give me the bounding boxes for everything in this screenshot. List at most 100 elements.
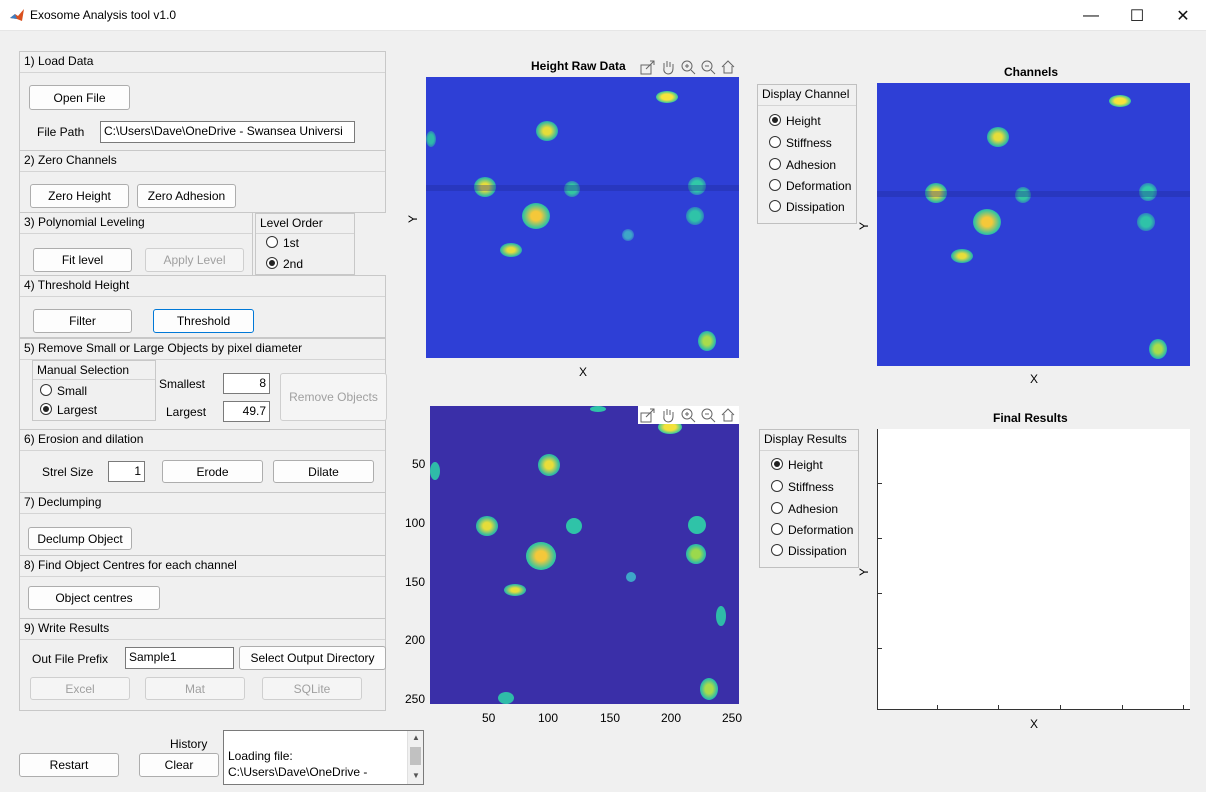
object-centres-button[interactable]: Object centres: [28, 586, 160, 610]
smallest-input[interactable]: 8: [223, 373, 270, 394]
result-dissipation-label: Dissipation: [788, 544, 847, 558]
clear-button[interactable]: Clear: [139, 753, 219, 777]
result-height-label: Height: [788, 458, 823, 472]
y-tick-mark: [878, 538, 882, 539]
channel-adhesion-radio[interactable]: [769, 158, 781, 170]
particle: [498, 692, 514, 704]
file-path-field[interactable]: C:\Users\Dave\OneDrive - Swansea Univers…: [100, 121, 355, 143]
x-tick-mark: [937, 705, 938, 709]
filter-button[interactable]: Filter: [33, 309, 132, 333]
restart-button[interactable]: Restart: [19, 753, 119, 777]
channel-deformation-radio[interactable]: [769, 179, 781, 191]
zero-adhesion-button[interactable]: Zero Adhesion: [137, 184, 236, 208]
channel-deformation-label: Deformation: [786, 179, 852, 193]
maximize-icon[interactable]: ☐: [1114, 0, 1160, 31]
channel-stiffness-radio[interactable]: [769, 136, 781, 148]
channels-x-label: X: [1030, 372, 1039, 386]
raw-y-label: Y: [406, 214, 421, 224]
particle: [1109, 95, 1131, 107]
particle: [500, 243, 522, 257]
level-order-group: Level Order 1st 2nd: [255, 213, 355, 275]
channel-dissipation-label: Dissipation: [786, 200, 845, 214]
largest-radio[interactable]: [40, 403, 52, 415]
order-2nd-radio[interactable]: [266, 257, 278, 269]
select-output-directory-button[interactable]: Select Output Directory: [239, 646, 386, 670]
result-adhesion-radio[interactable]: [771, 502, 783, 514]
result-deformation-radio[interactable]: [771, 523, 783, 535]
section-title: 5) Remove Small or Large Objects by pixe…: [24, 341, 303, 355]
zoom-in-icon[interactable]: [680, 59, 696, 75]
zoom-out-icon[interactable]: [700, 59, 716, 75]
height-raw-image[interactable]: [426, 77, 739, 358]
particle: [688, 516, 706, 534]
x-tick-mark: [1183, 705, 1184, 709]
export-icon[interactable]: [640, 59, 656, 75]
threshold-height-panel: 4) Threshold Height Filter Threshold: [19, 275, 386, 338]
largest-radio-label: Largest: [57, 403, 98, 417]
pan-hand-icon[interactable]: [660, 59, 676, 75]
sqlite-button[interactable]: SQLite: [262, 677, 362, 700]
channel-height-radio[interactable]: [769, 114, 781, 126]
export-icon[interactable]: [640, 407, 656, 423]
history-scrollbar[interactable]: ▲ ▼: [407, 731, 423, 784]
result-stiffness-radio[interactable]: [771, 480, 783, 492]
y-tick-label: 100: [405, 516, 426, 530]
dilate-button[interactable]: Dilate: [273, 460, 374, 483]
final-results-axes[interactable]: [877, 429, 1190, 710]
scroll-down-icon[interactable]: ▼: [412, 771, 420, 780]
x-tick-label: 50: [482, 711, 496, 725]
scroll-up-icon[interactable]: ▲: [412, 733, 420, 742]
channels-image[interactable]: [877, 83, 1190, 366]
smallest-label: Smallest: [159, 377, 206, 391]
erode-button[interactable]: Erode: [162, 460, 263, 483]
scroll-thumb[interactable]: [410, 747, 421, 765]
level-order-title: Level Order: [260, 216, 323, 230]
particle: [626, 572, 636, 582]
minimize-icon[interactable]: —: [1068, 0, 1114, 31]
mat-button[interactable]: Mat: [145, 677, 245, 700]
results-x-label: X: [1030, 717, 1039, 731]
small-radio[interactable]: [40, 384, 52, 396]
threshold-button[interactable]: Threshold: [153, 309, 254, 333]
y-tick-mark: [878, 648, 882, 649]
section-title: 2) Zero Channels: [24, 153, 117, 167]
particle: [590, 406, 606, 412]
declump-object-button[interactable]: Declump Object: [28, 527, 132, 550]
manual-selection-title: Manual Selection: [37, 363, 130, 377]
home-icon[interactable]: [720, 59, 736, 75]
zoom-in-icon[interactable]: [680, 407, 696, 423]
result-dissipation-radio[interactable]: [771, 544, 783, 556]
y-tick-mark: [878, 593, 882, 594]
pan-hand-icon[interactable]: [660, 407, 676, 423]
particle: [536, 121, 558, 141]
particle: [476, 516, 498, 536]
channel-dissipation-radio[interactable]: [769, 200, 781, 212]
write-results-panel: 9) Write Results Out File Prefix Sample1…: [19, 618, 386, 711]
fit-level-button[interactable]: Fit level: [33, 248, 132, 272]
history-line: Loading file:: [228, 749, 293, 763]
x-tick-mark: [998, 705, 999, 709]
apply-level-button[interactable]: Apply Level: [145, 248, 244, 272]
history-listbox[interactable]: Loading file: C:\Users\Dave\OneDrive - ▲…: [223, 730, 424, 785]
largest-input[interactable]: 49.7: [223, 401, 270, 422]
x-tick-label: 150: [600, 711, 621, 725]
excel-button[interactable]: Excel: [30, 677, 130, 700]
remove-objects-button[interactable]: Remove Objects: [280, 373, 387, 421]
largest-label: Largest: [166, 405, 207, 419]
threshold-image[interactable]: [430, 406, 739, 704]
y-tick-label: 50: [412, 457, 426, 471]
home-icon[interactable]: [720, 407, 736, 423]
channel-adhesion-label: Adhesion: [786, 158, 837, 172]
zero-height-button[interactable]: Zero Height: [30, 184, 129, 208]
open-file-button[interactable]: Open File: [29, 85, 130, 110]
result-height-radio[interactable]: [771, 458, 783, 470]
history-label: History: [170, 737, 208, 751]
order-2nd-label: 2nd: [283, 257, 304, 271]
particle: [686, 207, 704, 225]
order-1st-radio[interactable]: [266, 236, 278, 248]
strel-size-input[interactable]: 1: [108, 461, 145, 482]
close-icon[interactable]: ✕: [1160, 0, 1206, 31]
zoom-out-icon[interactable]: [700, 407, 716, 423]
out-file-prefix-input[interactable]: Sample1: [125, 647, 234, 669]
x-tick-label: 100: [538, 711, 559, 725]
